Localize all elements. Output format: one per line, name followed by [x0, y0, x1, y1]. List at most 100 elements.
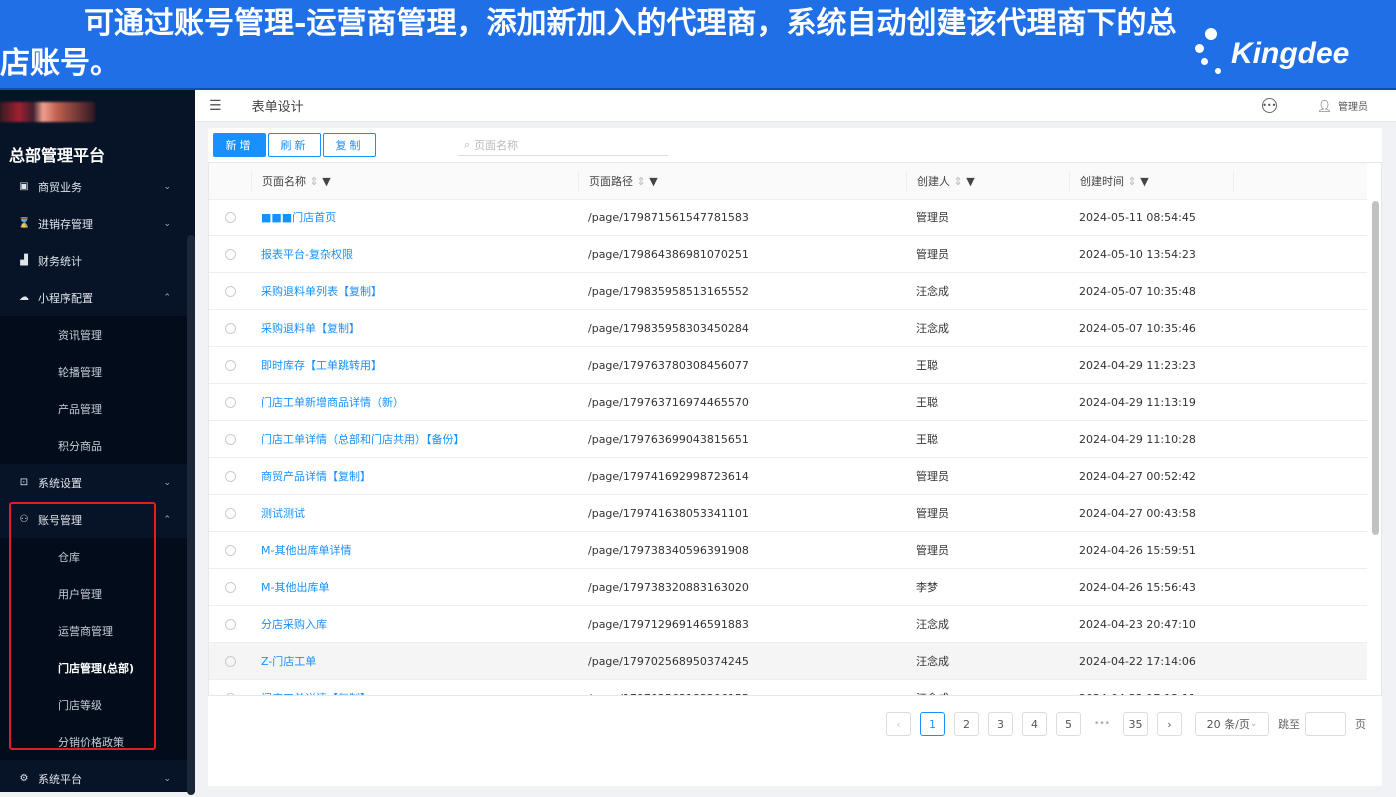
content-card: 新增 刷新 复制 ⌕ 页面名称 页面名称 ⇕ ▼ 页面路径 ⇕ ▼ 创建人 ⇕ ▼…: [208, 128, 1382, 786]
row-radio[interactable]: [224, 248, 236, 260]
page-name-link[interactable]: Z-门店工单: [251, 653, 578, 669]
user-name[interactable]: 管理员: [1338, 98, 1368, 113]
page-name-link[interactable]: 门店工单详情（总部和门店共用）【备份】: [251, 431, 578, 447]
page-unit: 页: [1355, 718, 1366, 731]
jump-input[interactable]: [1305, 712, 1346, 736]
row-radio[interactable]: [224, 285, 236, 297]
page-path: /page/179835958303450284: [588, 321, 749, 335]
sidebar-item[interactable]: ⊡ 系统设置 ⌄: [0, 464, 187, 501]
pagination-ellipsis[interactable]: •••: [1090, 719, 1114, 729]
chevron-icon: ⌄: [163, 218, 171, 229]
page-button[interactable]: 2: [954, 712, 979, 736]
jump-label: 跳至: [1278, 718, 1300, 731]
caption-banner: 可通过账号管理-运营商管理，添加新加入的代理商，系统自动创建该代理商下的总店账号…: [0, 0, 1396, 90]
row-radio[interactable]: [224, 433, 236, 445]
table-row[interactable]: 即时库存【工单跳转用】 /page/179763780308456077 王聪 …: [209, 347, 1367, 384]
page-name-link[interactable]: M-其他出库单: [251, 579, 578, 595]
table-row[interactable]: 商贸产品详情【复制】 /page/179741692998723614 管理员 …: [209, 458, 1367, 495]
hourglass-icon: ⌛: [18, 218, 31, 229]
top-header: ☰ 表单设计 ••• 👤︎ 管理员: [195, 90, 1396, 122]
page-name-link[interactable]: M-其他出库单详情: [251, 542, 578, 558]
sidebar-item-label: 商贸业务: [38, 180, 82, 194]
creator: 汪念成: [916, 655, 949, 668]
page-name-link[interactable]: 测试测试: [251, 505, 578, 521]
table-row[interactable]: M-其他出库单 /page/179738320883163020 李梦 2024…: [209, 569, 1367, 606]
sidebar-item[interactable]: ☁ 小程序配置 ⌃: [0, 279, 187, 316]
table-row[interactable]: 分店采购入库 /page/179712969146591883 汪念成 2024…: [209, 606, 1367, 643]
page-button[interactable]: 3: [988, 712, 1013, 736]
logo-text: Kingdee: [1231, 37, 1350, 70]
page-size-select[interactable]: 20 条/页 ⌄: [1195, 712, 1269, 736]
sidebar-item[interactable]: ⌛ 进销存管理 ⌄: [0, 205, 187, 242]
table-row[interactable]: Z-门店工单 /page/179702568950374245 汪念成 2024…: [209, 643, 1367, 680]
message-icon[interactable]: •••: [1261, 98, 1277, 113]
row-radio[interactable]: [224, 211, 236, 223]
sidebar-scrollbar[interactable]: [187, 235, 195, 795]
next-page-button[interactable]: ›: [1157, 712, 1182, 736]
page-name-link[interactable]: 商贸产品详情【复制】: [251, 468, 578, 484]
sidebar-item[interactable]: ▣ 商贸业务 ⌄: [0, 168, 187, 205]
chevron-icon: ⌃: [163, 292, 171, 303]
table-row[interactable]: M-其他出库单详情 /page/179738340596391908 管理员 2…: [209, 532, 1367, 569]
sidebar-item[interactable]: ⚙ 系统平台 ⌄: [0, 760, 187, 797]
menu-fold-icon[interactable]: ☰: [209, 98, 222, 114]
copy-button[interactable]: 复制: [323, 133, 376, 157]
col-page-path[interactable]: 页面路径 ⇕ ▼: [578, 171, 906, 191]
col-page-name[interactable]: 页面名称 ⇕ ▼: [251, 171, 578, 191]
page-name-link[interactable]: 报表平台-复杂权限: [251, 246, 578, 262]
page-last[interactable]: 35: [1123, 712, 1148, 736]
refresh-button[interactable]: 刷新: [268, 133, 321, 157]
col-created-time[interactable]: 创建时间 ⇕ ▼: [1069, 171, 1233, 191]
table-scrollbar[interactable]: [1372, 201, 1379, 535]
table-row[interactable]: 门店工单详情（总部和门店共用）【备份】 /page/17976369904381…: [209, 421, 1367, 458]
page-button[interactable]: 4: [1022, 712, 1047, 736]
sidebar: 总部管理平台 ▣ 商贸业务 ⌄ ⌛ 进销存管理 ⌄ ▟ 财务统计 ☁ 小程序配置 ⌃ 资讯管理 轮播管理…: [0, 90, 195, 795]
creator: 王聪: [916, 433, 938, 446]
table-row[interactable]: 门店工单详情【复制】 /page/179702563183206155 汪念成 …: [209, 680, 1367, 695]
table-row[interactable]: 测试测试 /page/179741638053341101 管理员 2024-0…: [209, 495, 1367, 532]
page-name-link[interactable]: 门店工单详情【复制】: [251, 690, 578, 695]
created-time: 2024-04-29 11:10:28: [1079, 432, 1196, 446]
row-radio[interactable]: [224, 359, 236, 371]
page-button[interactable]: 1: [920, 712, 945, 736]
row-radio[interactable]: [224, 692, 236, 695]
row-radio[interactable]: [224, 618, 236, 630]
user-icon[interactable]: 👤︎: [1317, 99, 1332, 113]
page-name-link[interactable]: 采购退料单【复制】: [251, 320, 578, 336]
row-radio[interactable]: [224, 507, 236, 519]
page-name-link[interactable]: 采购退料单列表【复制】: [251, 283, 578, 299]
chevron-icon: ⌃: [163, 514, 171, 525]
table-row[interactable]: 采购退料单【复制】 /page/179835958303450284 汪念成 2…: [209, 310, 1367, 347]
sidebar-item[interactable]: ▟ 财务统计: [0, 242, 187, 279]
add-button[interactable]: 新增: [213, 133, 266, 157]
page-name-link[interactable]: 即时库存【工单跳转用】: [251, 357, 578, 373]
settings-box-icon: ⊡: [19, 477, 29, 488]
table-row[interactable]: 报表平台-复杂权限 /page/179864386981070251 管理员 2…: [209, 236, 1367, 273]
table-row[interactable]: ■■■门店首页 /page/179871561547781583 管理员 202…: [209, 199, 1367, 236]
page-name-link[interactable]: 门店工单新增商品详情（新）: [251, 394, 578, 410]
sidebar-subitem[interactable]: 产品管理: [0, 390, 187, 427]
table-row[interactable]: 门店工单新增商品详情（新） /page/179763716974465570 王…: [209, 384, 1367, 421]
creator: 管理员: [916, 211, 949, 224]
search-icon: ⌕: [464, 137, 471, 151]
table-row[interactable]: 采购退料单列表【复制】 /page/179835958513165552 汪念成…: [209, 273, 1367, 310]
search-input[interactable]: ⌕ 页面名称: [458, 134, 668, 156]
page-name-link[interactable]: ■■■门店首页: [251, 209, 578, 225]
page-name-link[interactable]: 分店采购入库: [251, 616, 578, 632]
row-radio[interactable]: [224, 544, 236, 556]
board-icon: ▣: [19, 181, 29, 192]
sidebar-subitem[interactable]: 积分商品: [0, 427, 187, 464]
row-radio[interactable]: [224, 322, 236, 334]
sidebar-subitem[interactable]: 轮播管理: [0, 353, 187, 390]
chart-icon: ▟: [20, 255, 28, 266]
row-radio[interactable]: [224, 396, 236, 408]
row-radio[interactable]: [224, 655, 236, 667]
sidebar-subitem[interactable]: 资讯管理: [0, 316, 187, 353]
row-radio[interactable]: [224, 581, 236, 593]
col-creator[interactable]: 创建人 ⇕ ▼: [906, 171, 1069, 191]
page-button[interactable]: 5: [1056, 712, 1081, 736]
row-radio[interactable]: [224, 470, 236, 482]
creator: 管理员: [916, 544, 949, 557]
prev-page-button[interactable]: ‹: [886, 712, 911, 736]
platform-title: 总部管理平台: [9, 146, 106, 165]
